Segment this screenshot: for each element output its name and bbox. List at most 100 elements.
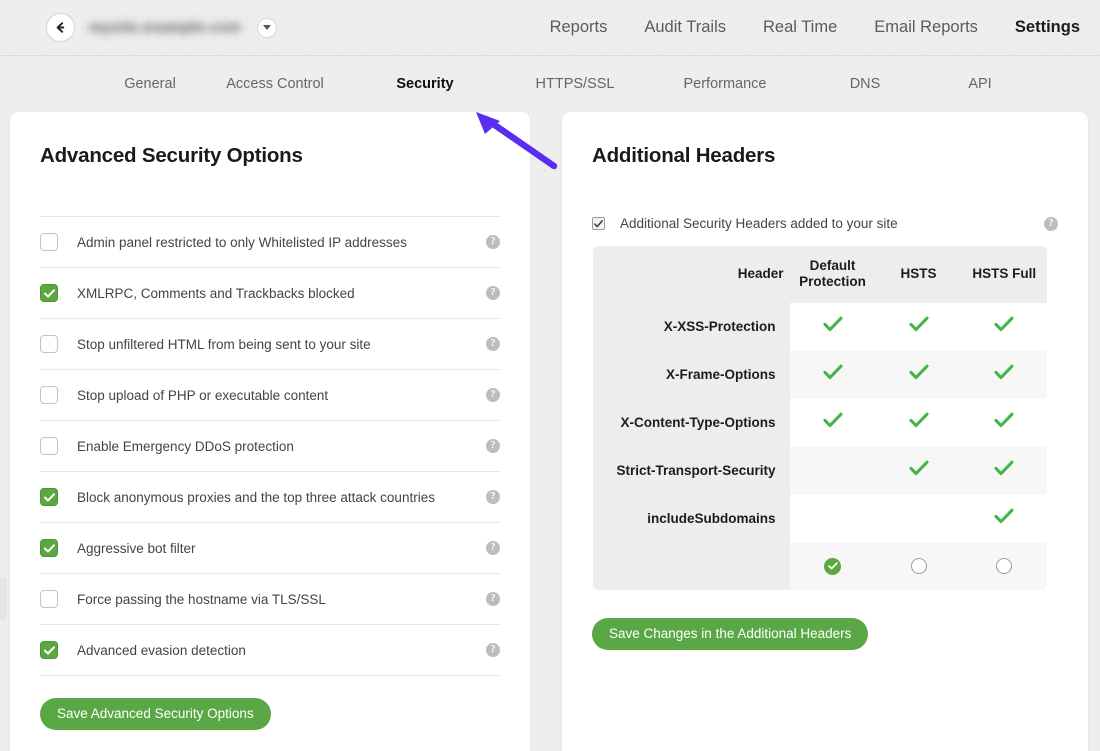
- help-icon[interactable]: ?: [486, 235, 500, 249]
- help-icon[interactable]: ?: [1044, 217, 1058, 231]
- checkbox-stop-php-upload[interactable]: [40, 386, 58, 404]
- back-button[interactable]: [46, 13, 75, 42]
- table-row: Strict-Transport-Security: [593, 447, 1048, 495]
- help-icon[interactable]: ?: [486, 337, 500, 351]
- nav-item-reports[interactable]: Reports: [550, 18, 608, 37]
- option-label: Stop upload of PHP or executable content: [77, 388, 486, 403]
- cell-x-content-type-options-default: [790, 399, 876, 447]
- check-icon: [823, 412, 843, 428]
- option-label: XMLRPC, Comments and Trackbacks blocked: [77, 286, 486, 301]
- option-row-emergency-ddos[interactable]: Enable Emergency DDoS protection ?: [40, 421, 500, 472]
- help-icon[interactable]: ?: [486, 490, 500, 504]
- help-icon[interactable]: ?: [486, 439, 500, 453]
- checkbox-force-hostname-tls[interactable]: [40, 590, 58, 608]
- help-icon[interactable]: ?: [486, 643, 500, 657]
- checkbox-admin-panel-whitelist[interactable]: [40, 233, 58, 251]
- option-row-advanced-evasion-detection[interactable]: Advanced evasion detection ?: [40, 625, 500, 676]
- panel-title-additional-headers: Additional Headers: [592, 144, 1058, 168]
- tab-general[interactable]: General: [100, 76, 200, 92]
- nav-item-audit-trails[interactable]: Audit Trails: [644, 18, 726, 37]
- top-header-bar: mysite.example.com Reports Audit Trails …: [0, 0, 1100, 56]
- save-additional-headers-button[interactable]: Save Changes in the Additional Headers: [592, 618, 868, 650]
- tab-access-control[interactable]: Access Control: [200, 76, 350, 92]
- tab-dns[interactable]: DNS: [800, 76, 930, 92]
- nav-item-email-reports[interactable]: Email Reports: [874, 18, 978, 37]
- column-header-header: Header: [593, 246, 790, 303]
- help-icon[interactable]: ?: [486, 541, 500, 555]
- table-row: X-Content-Type-Options: [593, 399, 1048, 447]
- option-row-block-proxies[interactable]: Block anonymous proxies and the top thre…: [40, 472, 500, 523]
- additional-headers-toggle-row[interactable]: Additional Security Headers added to you…: [592, 216, 1058, 231]
- cell-x-content-type-options-hsts-full: [962, 399, 1048, 447]
- option-label: Admin panel restricted to only Whitelist…: [77, 235, 486, 250]
- additional-headers-toggle-label: Additional Security Headers added to you…: [620, 216, 1044, 231]
- tab-security[interactable]: Security: [350, 76, 500, 92]
- option-label: Stop unfiltered HTML from being sent to …: [77, 337, 486, 352]
- cell-radio-hsts-full[interactable]: [962, 543, 1048, 591]
- checkbox-xmlrpc-blocked[interactable]: [40, 284, 58, 302]
- help-icon[interactable]: ?: [486, 286, 500, 300]
- check-icon: [909, 460, 929, 476]
- cell-radio-default-protection[interactable]: [790, 543, 876, 591]
- row-label-x-content-type-options: X-Content-Type-Options: [593, 399, 790, 447]
- table-row: includeSubdomains: [593, 495, 1048, 543]
- checkbox-additional-security-headers[interactable]: [592, 217, 605, 230]
- option-row-xmlrpc-blocked[interactable]: XMLRPC, Comments and Trackbacks blocked …: [40, 268, 500, 319]
- cell-radio-hsts[interactable]: [876, 543, 962, 591]
- cell-include-subdomains-default: [790, 495, 876, 543]
- option-row-force-hostname-tls[interactable]: Force passing the hostname via TLS/SSL ?: [40, 574, 500, 625]
- checkbox-aggressive-bot-filter[interactable]: [40, 539, 58, 557]
- option-label: Aggressive bot filter: [77, 541, 486, 556]
- check-icon: [994, 460, 1014, 476]
- table-header-row: Header Default Protection HSTS HSTS Full: [593, 246, 1048, 303]
- radio-selected-default-protection[interactable]: [824, 558, 841, 575]
- help-icon[interactable]: ?: [486, 388, 500, 402]
- cell-strict-transport-security-hsts: [876, 447, 962, 495]
- advanced-security-options-panel: Advanced Security Options Admin panel re…: [10, 112, 530, 751]
- radio-hsts[interactable]: [911, 558, 927, 574]
- column-header-hsts-full: HSTS Full: [962, 246, 1048, 303]
- site-switcher-dropdown[interactable]: [257, 18, 277, 38]
- checkbox-advanced-evasion-detection[interactable]: [40, 641, 58, 659]
- row-label-x-xss-protection: X-XSS-Protection: [593, 303, 790, 351]
- radio-hsts-full[interactable]: [996, 558, 1012, 574]
- check-icon: [994, 508, 1014, 524]
- option-row-stop-php-upload[interactable]: Stop upload of PHP or executable content…: [40, 370, 500, 421]
- additional-headers-panel: Additional Headers Additional Security H…: [562, 112, 1088, 751]
- option-row-admin-panel-whitelist[interactable]: Admin panel restricted to only Whitelist…: [40, 217, 500, 268]
- option-label: Force passing the hostname via TLS/SSL: [77, 592, 486, 607]
- check-icon: [823, 316, 843, 332]
- table-row: X-Frame-Options: [593, 351, 1048, 399]
- chevron-down-icon: [263, 25, 271, 30]
- checkbox-emergency-ddos[interactable]: [40, 437, 58, 455]
- row-label-selection: [593, 543, 790, 591]
- nav-item-real-time[interactable]: Real Time: [763, 18, 837, 37]
- tab-performance[interactable]: Performance: [650, 76, 800, 92]
- tab-api[interactable]: API: [930, 76, 1030, 92]
- security-options-list: Admin panel restricted to only Whitelist…: [40, 216, 500, 676]
- table-selection-row: [593, 543, 1048, 591]
- checkbox-stop-unfiltered-html[interactable]: [40, 335, 58, 353]
- checkbox-block-proxies[interactable]: [40, 488, 58, 506]
- cell-x-frame-options-default: [790, 351, 876, 399]
- tab-https-ssl[interactable]: HTTPS/SSL: [500, 76, 650, 92]
- cell-x-frame-options-hsts-full: [962, 351, 1048, 399]
- cell-x-frame-options-hsts: [876, 351, 962, 399]
- check-icon: [909, 412, 929, 428]
- nav-item-settings[interactable]: Settings: [1015, 18, 1080, 37]
- option-label: Block anonymous proxies and the top thre…: [77, 490, 486, 505]
- cell-x-xss-protection-default: [790, 303, 876, 351]
- help-icon[interactable]: ?: [486, 592, 500, 606]
- cell-x-xss-protection-hsts-full: [962, 303, 1048, 351]
- check-icon: [823, 364, 843, 380]
- cell-strict-transport-security-hsts-full: [962, 447, 1048, 495]
- option-row-stop-unfiltered-html[interactable]: Stop unfiltered HTML from being sent to …: [40, 319, 500, 370]
- option-row-aggressive-bot-filter[interactable]: Aggressive bot filter ?: [40, 523, 500, 574]
- check-icon: [994, 412, 1014, 428]
- save-advanced-security-options-button[interactable]: Save Advanced Security Options: [40, 698, 271, 730]
- cell-include-subdomains-hsts-full: [962, 495, 1048, 543]
- left-edge-widget[interactable]: [0, 578, 7, 620]
- row-label-x-frame-options: X-Frame-Options: [593, 351, 790, 399]
- settings-tab-bar: General Access Control Security HTTPS/SS…: [0, 56, 1100, 112]
- column-header-default-protection: Default Protection: [790, 246, 876, 303]
